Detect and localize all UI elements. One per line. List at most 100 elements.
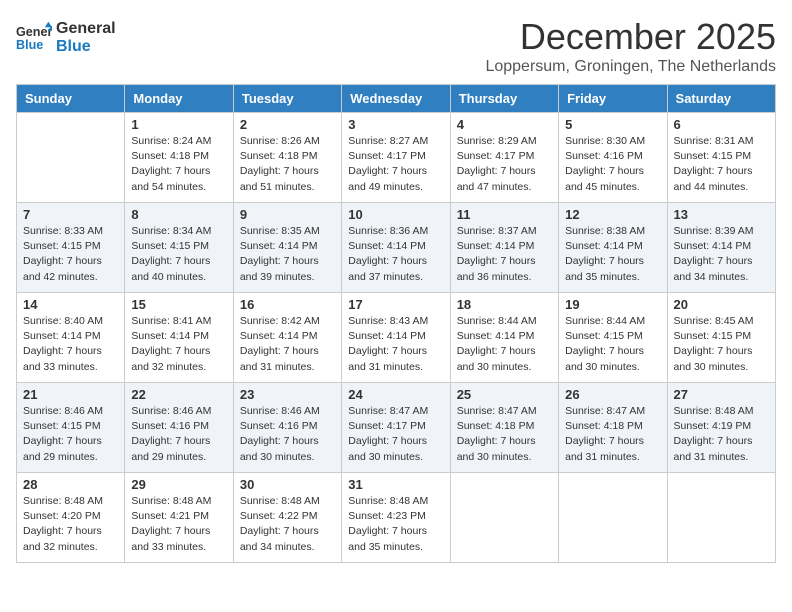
logo: General Blue General Blue bbox=[16, 20, 116, 56]
calendar-cell: 20 Sunrise: 8:45 AMSunset: 4:15 PMDayligh… bbox=[667, 293, 775, 383]
week-row-4: 21Sunrise: 8:46 AMSunset: 4:15 PMDayligh… bbox=[17, 383, 776, 473]
calendar-cell: 5 Sunrise: 8:30 AMSunset: 4:16 PMDaylight… bbox=[559, 113, 667, 203]
calendar-cell: 23 Sunrise: 8:46 AMSunset: 4:16 PMDayligh… bbox=[233, 383, 341, 473]
logo-icon: General Blue bbox=[16, 20, 52, 56]
cell-info: Sunrise: 8:48 AMSunset: 4:21 PMDaylight:… bbox=[131, 494, 226, 555]
weekday-header-sunday: Sunday bbox=[17, 85, 125, 113]
cell-info: Sunrise: 8:26 AMSunset: 4:18 PMDaylight:… bbox=[240, 134, 335, 195]
weekday-header-thursday: Thursday bbox=[450, 85, 558, 113]
cell-info: Sunrise: 8:38 AMSunset: 4:14 PMDaylight:… bbox=[565, 224, 660, 285]
day-number: 20 bbox=[674, 297, 769, 312]
day-number: 19 bbox=[565, 297, 660, 312]
day-number: 12 bbox=[565, 207, 660, 222]
calendar-cell: 9Sunrise: 8:35 AMSunset: 4:14 PMDaylight… bbox=[233, 203, 341, 293]
cell-info: Sunrise: 8:47 AMSunset: 4:18 PMDaylight:… bbox=[457, 404, 552, 465]
calendar-cell: 30 Sunrise: 8:48 AMSunset: 4:22 PMDayligh… bbox=[233, 473, 341, 563]
cell-info: Sunrise: 8:46 AMSunset: 4:16 PMDaylight:… bbox=[131, 404, 226, 465]
day-number: 28 bbox=[23, 477, 118, 492]
weekday-header-friday: Friday bbox=[559, 85, 667, 113]
day-number: 25 bbox=[457, 387, 552, 402]
week-row-2: 7 Sunrise: 8:33 AMSunset: 4:15 PMDaylight… bbox=[17, 203, 776, 293]
calendar-cell: 21Sunrise: 8:46 AMSunset: 4:15 PMDayligh… bbox=[17, 383, 125, 473]
day-number: 7 bbox=[23, 207, 118, 222]
cell-info: Sunrise: 8:42 AMSunset: 4:14 PMDaylight:… bbox=[240, 314, 335, 375]
month-title: December 2025 bbox=[485, 16, 776, 58]
day-number: 8 bbox=[131, 207, 226, 222]
day-number: 17 bbox=[348, 297, 443, 312]
calendar-cell: 25 Sunrise: 8:47 AMSunset: 4:18 PMDayligh… bbox=[450, 383, 558, 473]
calendar-cell: 29 Sunrise: 8:48 AMSunset: 4:21 PMDayligh… bbox=[125, 473, 233, 563]
day-number: 30 bbox=[240, 477, 335, 492]
title-block: December 2025 Loppersum, Groningen, The … bbox=[485, 16, 776, 76]
day-number: 29 bbox=[131, 477, 226, 492]
weekday-header-tuesday: Tuesday bbox=[233, 85, 341, 113]
cell-info: Sunrise: 8:46 AMSunset: 4:15 PMDaylight:… bbox=[23, 404, 118, 465]
weekday-header-row: SundayMondayTuesdayWednesdayThursdayFrid… bbox=[17, 85, 776, 113]
day-number: 6 bbox=[674, 117, 769, 132]
calendar-cell: 13Sunrise: 8:39 AMSunset: 4:14 PMDayligh… bbox=[667, 203, 775, 293]
day-number: 1 bbox=[131, 117, 226, 132]
calendar-cell: 31Sunrise: 8:48 AMSunset: 4:23 PMDayligh… bbox=[342, 473, 450, 563]
day-number: 26 bbox=[565, 387, 660, 402]
cell-info: Sunrise: 8:41 AMSunset: 4:14 PMDaylight:… bbox=[131, 314, 226, 375]
day-number: 10 bbox=[348, 207, 443, 222]
cell-info: Sunrise: 8:37 AMSunset: 4:14 PMDaylight:… bbox=[457, 224, 552, 285]
cell-info: Sunrise: 8:47 AMSunset: 4:17 PMDaylight:… bbox=[348, 404, 443, 465]
logo-general: General bbox=[56, 20, 116, 38]
calendar-cell: 2 Sunrise: 8:26 AMSunset: 4:18 PMDaylight… bbox=[233, 113, 341, 203]
cell-info: Sunrise: 8:43 AMSunset: 4:14 PMDaylight:… bbox=[348, 314, 443, 375]
calendar-cell: 22 Sunrise: 8:46 AMSunset: 4:16 PMDayligh… bbox=[125, 383, 233, 473]
cell-info: Sunrise: 8:45 AMSunset: 4:15 PMDaylight:… bbox=[674, 314, 769, 375]
week-row-3: 14 Sunrise: 8:40 AMSunset: 4:14 PMDayligh… bbox=[17, 293, 776, 383]
day-number: 2 bbox=[240, 117, 335, 132]
calendar-cell bbox=[667, 473, 775, 563]
cell-info: Sunrise: 8:29 AMSunset: 4:17 PMDaylight:… bbox=[457, 134, 552, 195]
day-number: 14 bbox=[23, 297, 118, 312]
cell-info: Sunrise: 8:48 AMSunset: 4:22 PMDaylight:… bbox=[240, 494, 335, 555]
calendar-cell: 12 Sunrise: 8:38 AMSunset: 4:14 PMDayligh… bbox=[559, 203, 667, 293]
calendar-cell: 19 Sunrise: 8:44 AMSunset: 4:15 PMDayligh… bbox=[559, 293, 667, 383]
day-number: 22 bbox=[131, 387, 226, 402]
cell-info: Sunrise: 8:34 AMSunset: 4:15 PMDaylight:… bbox=[131, 224, 226, 285]
calendar-cell: 1Sunrise: 8:24 AMSunset: 4:18 PMDaylight… bbox=[125, 113, 233, 203]
week-row-1: 1Sunrise: 8:24 AMSunset: 4:18 PMDaylight… bbox=[17, 113, 776, 203]
weekday-header-saturday: Saturday bbox=[667, 85, 775, 113]
cell-info: Sunrise: 8:33 AMSunset: 4:15 PMDaylight:… bbox=[23, 224, 118, 285]
location: Loppersum, Groningen, The Netherlands bbox=[485, 58, 776, 76]
calendar-cell: 16 Sunrise: 8:42 AMSunset: 4:14 PMDayligh… bbox=[233, 293, 341, 383]
cell-info: Sunrise: 8:44 AMSunset: 4:14 PMDaylight:… bbox=[457, 314, 552, 375]
day-number: 23 bbox=[240, 387, 335, 402]
day-number: 3 bbox=[348, 117, 443, 132]
weekday-header-wednesday: Wednesday bbox=[342, 85, 450, 113]
day-number: 24 bbox=[348, 387, 443, 402]
cell-info: Sunrise: 8:48 AMSunset: 4:19 PMDaylight:… bbox=[674, 404, 769, 465]
calendar-cell bbox=[559, 473, 667, 563]
cell-info: Sunrise: 8:44 AMSunset: 4:15 PMDaylight:… bbox=[565, 314, 660, 375]
cell-info: Sunrise: 8:40 AMSunset: 4:14 PMDaylight:… bbox=[23, 314, 118, 375]
cell-info: Sunrise: 8:48 AMSunset: 4:23 PMDaylight:… bbox=[348, 494, 443, 555]
day-number: 11 bbox=[457, 207, 552, 222]
calendar-cell: 18Sunrise: 8:44 AMSunset: 4:14 PMDayligh… bbox=[450, 293, 558, 383]
calendar-cell: 8 Sunrise: 8:34 AMSunset: 4:15 PMDaylight… bbox=[125, 203, 233, 293]
day-number: 5 bbox=[565, 117, 660, 132]
svg-text:Blue: Blue bbox=[16, 38, 43, 52]
calendar-cell: 28Sunrise: 8:48 AMSunset: 4:20 PMDayligh… bbox=[17, 473, 125, 563]
day-number: 13 bbox=[674, 207, 769, 222]
week-row-5: 28Sunrise: 8:48 AMSunset: 4:20 PMDayligh… bbox=[17, 473, 776, 563]
weekday-header-monday: Monday bbox=[125, 85, 233, 113]
page-header: General Blue General Blue December 2025 … bbox=[16, 16, 776, 76]
cell-info: Sunrise: 8:35 AMSunset: 4:14 PMDaylight:… bbox=[240, 224, 335, 285]
cell-info: Sunrise: 8:46 AMSunset: 4:16 PMDaylight:… bbox=[240, 404, 335, 465]
day-number: 16 bbox=[240, 297, 335, 312]
cell-info: Sunrise: 8:30 AMSunset: 4:16 PMDaylight:… bbox=[565, 134, 660, 195]
calendar-cell: 3Sunrise: 8:27 AMSunset: 4:17 PMDaylight… bbox=[342, 113, 450, 203]
day-number: 15 bbox=[131, 297, 226, 312]
calendar-cell: 11 Sunrise: 8:37 AMSunset: 4:14 PMDayligh… bbox=[450, 203, 558, 293]
calendar-cell: 14 Sunrise: 8:40 AMSunset: 4:14 PMDayligh… bbox=[17, 293, 125, 383]
calendar-cell: 26Sunrise: 8:47 AMSunset: 4:18 PMDayligh… bbox=[559, 383, 667, 473]
calendar-cell: 10Sunrise: 8:36 AMSunset: 4:14 PMDayligh… bbox=[342, 203, 450, 293]
calendar-cell: 24 Sunrise: 8:47 AMSunset: 4:17 PMDayligh… bbox=[342, 383, 450, 473]
calendar-cell bbox=[17, 113, 125, 203]
calendar-cell: 15 Sunrise: 8:41 AMSunset: 4:14 PMDayligh… bbox=[125, 293, 233, 383]
cell-info: Sunrise: 8:31 AMSunset: 4:15 PMDaylight:… bbox=[674, 134, 769, 195]
